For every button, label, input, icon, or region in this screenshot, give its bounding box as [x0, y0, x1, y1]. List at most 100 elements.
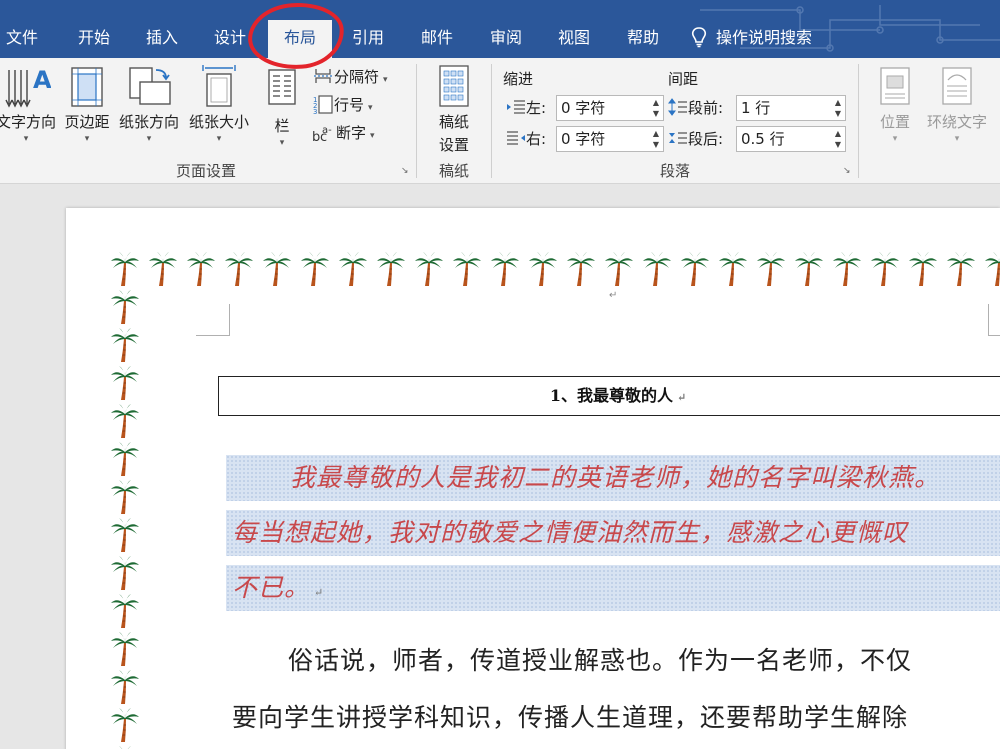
paragraph-group-label: 段落 — [659, 162, 690, 180]
palm-tree-icon — [110, 365, 140, 401]
spacing-before-label: 段前: — [668, 97, 723, 118]
tab-review[interactable]: 审阅 — [478, 22, 534, 58]
orientation-button[interactable]: 纸张方向 ▾ — [114, 62, 184, 154]
spacing-after-label: 段后: — [668, 128, 723, 149]
palm-tree-icon — [110, 517, 140, 553]
palm-tree-icon — [110, 631, 140, 667]
group-divider — [858, 64, 859, 178]
chevron-down-icon: ▾ — [892, 134, 898, 144]
orientation-label: 纸张方向 — [118, 113, 179, 131]
ribbon-tab-bar: 文件 开始 插入 设计 布局 引用 邮件 审阅 视图 帮助 操作说明搜索 — [0, 0, 1000, 58]
manuscript-icon — [439, 65, 469, 107]
indent-left-input[interactable]: 0 字符 ▲ ▼ — [556, 95, 664, 121]
columns-icon — [268, 69, 296, 105]
margins-label: 页边距 — [64, 113, 110, 131]
spin-arrows-icon[interactable]: ▲ ▼ — [653, 97, 659, 119]
highlighted-text-line[interactable]: 不已。 ↵ — [232, 568, 324, 604]
wrap-text-button[interactable]: 环绕文字 ▾ — [922, 62, 992, 154]
chevron-down-icon: ▾ — [954, 134, 960, 144]
palm-tree-icon — [832, 251, 862, 287]
hyphenation-icon: b c a- — [312, 125, 332, 145]
highlighted-text-line[interactable]: 每当想起她，我对的敬爱之情便油然而生，感激之心更慨叹 — [232, 513, 908, 549]
palm-tree-icon — [110, 707, 140, 743]
palm-tree-icon — [908, 251, 938, 287]
palm-tree-icon — [642, 251, 672, 287]
palm-tree-icon — [452, 251, 482, 287]
position-label: 位置 — [879, 113, 910, 131]
page-setup-launcher-icon[interactable]: ↘ — [401, 166, 409, 176]
tab-insert[interactable]: 插入 — [134, 22, 190, 58]
word-window: 文件 开始 插入 设计 布局 引用 邮件 审阅 视图 帮助 操作说明搜索 A 文… — [0, 0, 1000, 749]
indent-right-label: 右: — [506, 128, 546, 149]
palm-tree-icon — [566, 251, 596, 287]
palm-tree-icon — [110, 745, 140, 749]
document-page[interactable]: ↵ 1、我最尊敬的人 ↵ 我最尊敬的人是我初二的英语老师，她的名字叫梁秋燕。 每当… — [66, 208, 1000, 749]
paper-size-icon — [202, 65, 236, 107]
body-text-line[interactable]: 要向学生讲授学科知识，传播人生道理，还要帮助学生解除 — [232, 698, 908, 734]
palm-tree-icon — [680, 251, 710, 287]
columns-button[interactable]: 栏 ▾ — [262, 62, 302, 154]
indent-title: 缩进 — [503, 70, 534, 88]
indent-left-label: 左: — [506, 97, 546, 118]
search-label: 操作说明搜索 — [716, 28, 813, 47]
tab-references[interactable]: 引用 — [340, 22, 396, 58]
palm-tree-icon — [870, 251, 900, 287]
palm-tree-icon — [604, 251, 634, 287]
palm-tree-icon — [110, 555, 140, 591]
chevron-down-icon: ▾ — [146, 134, 152, 144]
palm-tree-icon — [946, 251, 976, 287]
indent-right-input[interactable]: 0 字符 ▲ ▼ — [556, 126, 664, 152]
wrap-text-label: 环绕文字 — [926, 113, 987, 131]
document-title-box[interactable]: 1、我最尊敬的人 ↵ — [218, 376, 1000, 416]
breaks-label: 分隔符 — [334, 68, 380, 86]
tab-view[interactable]: 视图 — [546, 22, 602, 58]
chevron-down-icon: ▾ — [23, 134, 29, 144]
position-button[interactable]: 位置 ▾ — [870, 62, 920, 154]
palm-tree-icon — [300, 251, 330, 287]
text-direction-button[interactable]: A 文字方向 ▾ — [0, 62, 58, 154]
highlighted-text-line[interactable]: 我最尊敬的人是我初二的英语老师，她的名字叫梁秋燕。 — [290, 458, 940, 494]
palm-tree-icon — [110, 669, 140, 705]
spacing-title: 间距 — [668, 70, 699, 88]
spacing-before-input[interactable]: 1 行 ▲ ▼ — [736, 95, 846, 121]
palm-tree-icon — [110, 441, 140, 477]
tab-mailings[interactable]: 邮件 — [409, 22, 465, 58]
spin-arrows-icon[interactable]: ▲ ▼ — [835, 97, 841, 119]
hyphenation-button[interactable]: b c a- 断字 ▾ — [312, 122, 375, 145]
page-setup-group-label: 页面设置 — [175, 162, 236, 180]
breaks-button[interactable]: 分隔符 ▾ — [312, 66, 388, 87]
paragraph-launcher-icon[interactable]: ↘ — [843, 166, 851, 176]
chevron-down-icon: ▾ — [84, 134, 90, 144]
manuscript-label-line2: 设置 — [438, 136, 469, 154]
palm-tree-icon — [224, 251, 254, 287]
chevron-down-icon: ▾ — [279, 138, 285, 148]
text-direction-label: 文字方向 — [0, 113, 56, 131]
tab-help[interactable]: 帮助 — [615, 22, 671, 58]
tab-layout[interactable]: 布局 — [268, 20, 332, 58]
svg-text:a-: a- — [322, 125, 332, 136]
indent-right-icon — [507, 131, 525, 145]
body-text-line[interactable]: 俗话说，师者，传道授业解惑也。作为一名老师，不仅 — [288, 641, 912, 677]
size-button[interactable]: 纸张大小 ▾ — [184, 62, 254, 154]
spacing-after-input[interactable]: 0.5 行 ▲ ▼ — [736, 126, 846, 152]
manuscript-settings-button[interactable]: 稿纸 设置 — [424, 62, 484, 154]
wrap-text-icon — [942, 67, 972, 105]
orientation-icon — [129, 67, 171, 105]
group-divider — [416, 64, 417, 178]
document-canvas[interactable]: ↵ 1、我最尊敬的人 ↵ 我最尊敬的人是我初二的英语老师，她的名字叫梁秋燕。 每当… — [0, 184, 1000, 749]
margins-button[interactable]: 页边距 ▾ — [60, 62, 114, 154]
svg-text:3: 3 — [313, 108, 317, 114]
palm-tree-icon — [110, 593, 140, 629]
tell-me-search[interactable]: 操作说明搜索 — [690, 22, 830, 58]
spin-arrows-icon[interactable]: ▲ ▼ — [835, 128, 841, 150]
spin-arrows-icon[interactable]: ▲ ▼ — [653, 128, 659, 150]
svg-text:A: A — [33, 66, 51, 94]
manuscript-group-label: 稿纸 — [438, 162, 469, 180]
line-numbers-button[interactable]: 1 2 3 行号 ▾ — [312, 94, 373, 116]
crop-mark — [988, 304, 1000, 336]
position-icon — [880, 67, 910, 105]
tab-design[interactable]: 设计 — [202, 22, 258, 58]
tab-file[interactable]: 文件 — [0, 22, 44, 58]
tab-home[interactable]: 开始 — [66, 22, 122, 58]
palm-tree-icon — [110, 403, 140, 439]
